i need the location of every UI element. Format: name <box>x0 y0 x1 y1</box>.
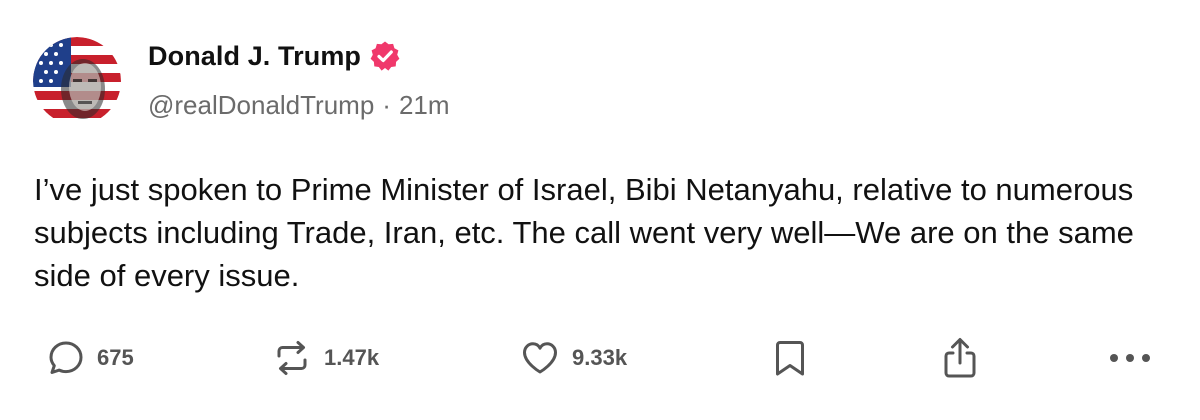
share-button[interactable] <box>940 330 980 386</box>
post-timestamp[interactable]: 21m <box>399 90 450 121</box>
more-icon <box>1108 352 1152 364</box>
author-display-name[interactable]: Donald J. Trump <box>148 41 361 72</box>
reply-icon <box>47 339 85 377</box>
heart-icon <box>520 338 560 378</box>
repost-count: 1.47k <box>324 345 380 370</box>
author-name-row: Donald J. Trump <box>148 38 401 74</box>
bookmark-button[interactable] <box>772 330 808 386</box>
reply-button[interactable]: 675 <box>47 330 134 386</box>
share-icon <box>940 336 980 380</box>
author-handle[interactable]: @realDonaldTrump <box>148 90 374 121</box>
post-card: Donald J. Trump @realDonaldTrump · 21m I… <box>0 0 1200 420</box>
repost-button[interactable]: 1.47k <box>272 330 379 386</box>
reply-count: 675 <box>97 345 134 370</box>
verified-badge-icon <box>369 40 401 72</box>
avatar[interactable] <box>33 37 121 125</box>
like-count: 9.33k <box>572 345 628 370</box>
repost-icon <box>272 338 312 378</box>
bookmark-icon <box>772 338 808 378</box>
author-meta-row: @realDonaldTrump · 21m <box>148 90 450 121</box>
meta-separator: · <box>382 90 391 120</box>
more-options-button[interactable] <box>1108 330 1152 386</box>
avatar-image <box>33 37 121 125</box>
post-action-bar: 675 1.47k 9.33k <box>0 330 1200 386</box>
like-button[interactable]: 9.33k <box>520 330 627 386</box>
post-body-text: I’ve just spoken to Prime Minister of Is… <box>34 172 1134 293</box>
